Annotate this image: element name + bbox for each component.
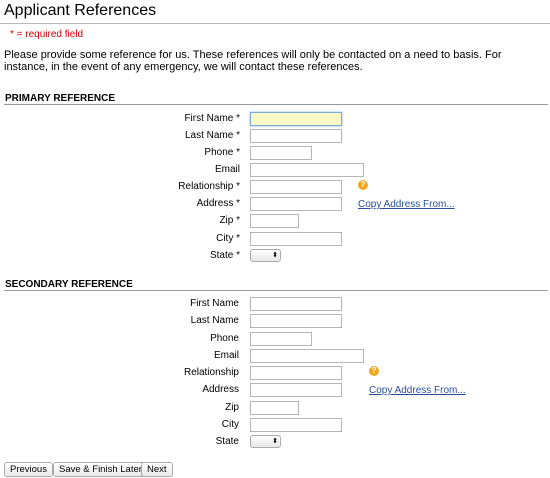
up-down-arrows-icon: ⬍ <box>272 438 278 445</box>
secondary-section-divider <box>4 290 548 291</box>
secondary-address-label: Address <box>202 384 239 395</box>
secondary-state-label: State <box>215 436 239 447</box>
secondary-email-input[interactable] <box>250 349 364 363</box>
primary-phone-input[interactable] <box>250 146 312 160</box>
intro-text: Please provide some reference for us. Th… <box>4 49 502 73</box>
secondary-email-label: Email <box>213 350 239 361</box>
secondary-first-name-input[interactable] <box>250 297 342 311</box>
primary-state-select[interactable]: ⬍ <box>250 249 281 262</box>
primary-last-name-input[interactable] <box>250 129 342 143</box>
next-button[interactable]: Next <box>141 462 173 477</box>
save-finish-later-button[interactable]: Save & Finish Later <box>53 462 148 477</box>
secondary-copy-address-link[interactable]: Copy Address From... <box>369 385 466 396</box>
secondary-last-name-label: Last Name <box>190 315 239 326</box>
secondary-reference-heading: SECONDARY REFERENCE <box>5 279 133 290</box>
secondary-city-input[interactable] <box>250 418 342 432</box>
secondary-relationship-input[interactable] <box>250 366 342 380</box>
primary-email-input[interactable] <box>250 163 364 177</box>
primary-first-name-input[interactable] <box>250 112 342 126</box>
secondary-last-name-input[interactable] <box>250 314 342 328</box>
secondary-zip-label: Zip <box>225 402 239 413</box>
primary-email-label: Email <box>214 164 240 175</box>
page-title: Applicant References <box>4 2 157 19</box>
primary-copy-address-link[interactable]: Copy Address From... <box>358 199 455 210</box>
secondary-phone-input[interactable] <box>250 332 312 346</box>
primary-state-label: State * <box>209 250 240 261</box>
secondary-first-name-label: First Name <box>190 298 239 309</box>
primary-city-label: City * <box>216 233 240 244</box>
previous-button[interactable]: Previous <box>4 462 53 477</box>
secondary-phone-label: Phone <box>210 333 239 344</box>
primary-relationship-label: Relationship * <box>178 181 240 192</box>
secondary-city-label: City <box>221 419 239 430</box>
primary-relationship-input[interactable] <box>250 180 342 194</box>
primary-last-name-label: Last Name * <box>184 130 240 141</box>
primary-zip-input[interactable] <box>250 214 299 228</box>
secondary-address-input[interactable] <box>250 383 342 397</box>
question-mark-icon[interactable]: ? <box>358 180 368 190</box>
primary-city-input[interactable] <box>250 232 342 246</box>
required-field-note: * = required field <box>10 29 84 40</box>
primary-phone-label: Phone * <box>204 147 240 158</box>
primary-first-name-label: First Name * <box>184 113 240 124</box>
primary-zip-label: Zip * <box>219 215 240 226</box>
title-divider <box>0 23 550 24</box>
question-mark-icon[interactable]: ? <box>369 366 379 376</box>
secondary-state-select[interactable]: ⬍ <box>250 435 281 448</box>
up-down-arrows-icon: ⬍ <box>272 252 278 259</box>
secondary-zip-input[interactable] <box>250 401 299 415</box>
primary-address-input[interactable] <box>250 197 342 211</box>
primary-section-divider <box>4 104 548 105</box>
primary-address-label: Address * <box>196 198 240 209</box>
primary-reference-heading: PRIMARY REFERENCE <box>5 93 116 104</box>
secondary-relationship-label: Relationship <box>183 367 239 378</box>
